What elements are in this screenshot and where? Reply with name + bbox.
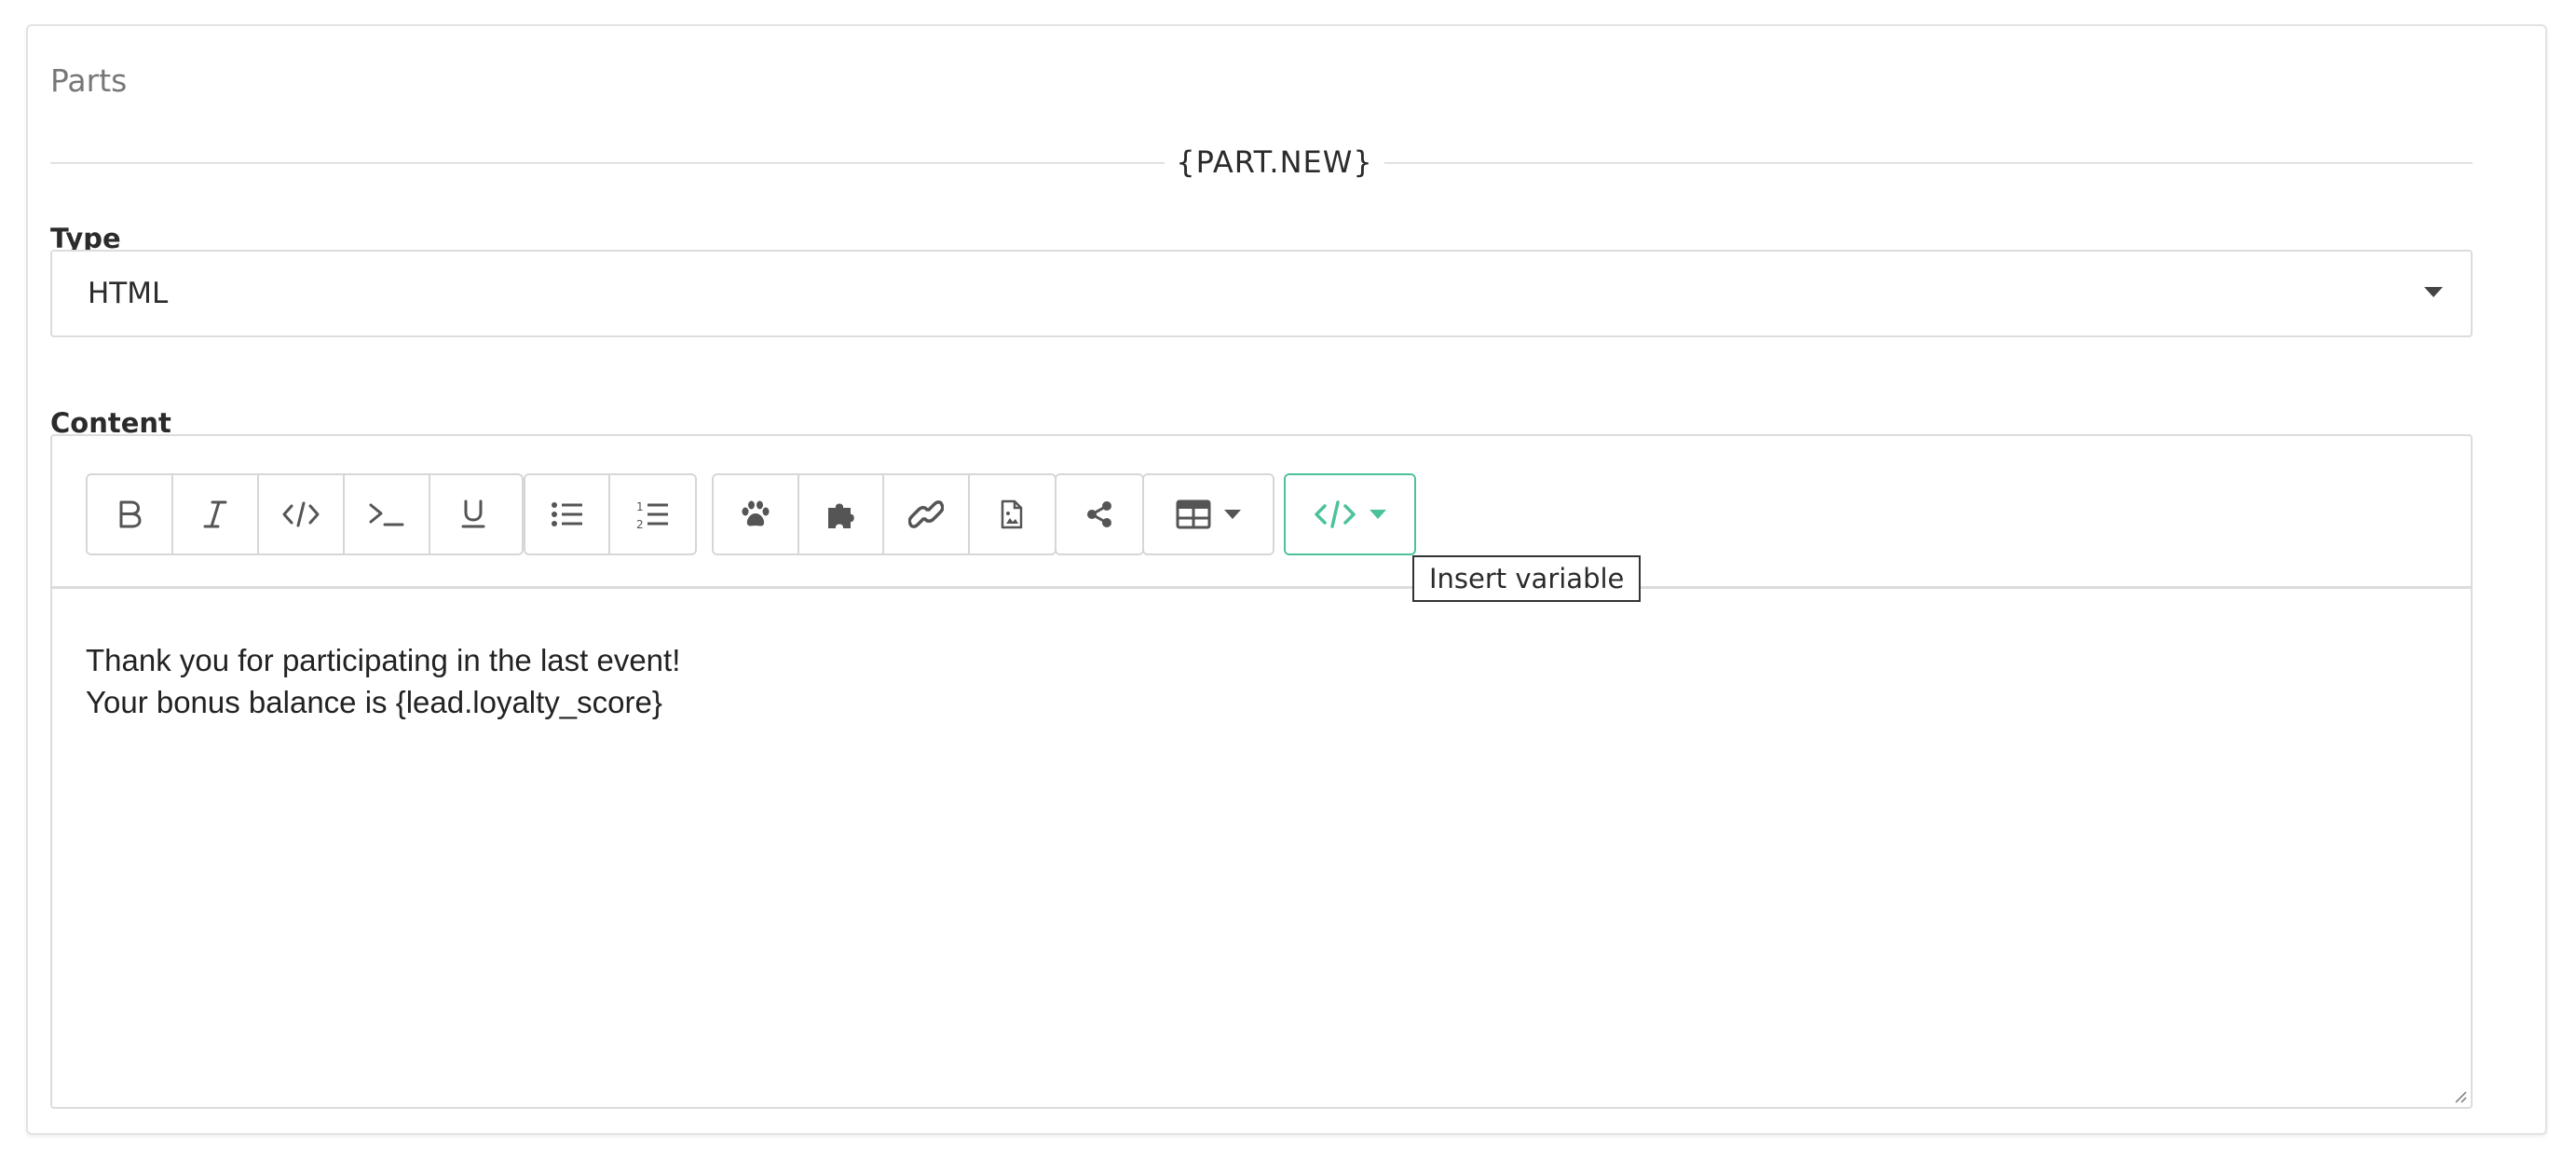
numbered-list-button[interactable]: 1 2 (610, 475, 695, 553)
format-group (86, 473, 524, 555)
chevron-down-icon (1224, 510, 1241, 519)
content-line: Thank you for participating in the last … (86, 643, 681, 677)
content-label: Content (50, 407, 171, 439)
svg-text:1: 1 (636, 500, 644, 513)
puzzle-button[interactable] (798, 475, 884, 553)
insert-variable-tooltip: Insert variable (1412, 555, 1642, 602)
editor-toolbar: 1 2 (52, 436, 2471, 589)
link-icon (907, 500, 944, 528)
chevron-down-icon (2424, 287, 2443, 297)
code-icon (282, 501, 320, 527)
underline-button[interactable] (430, 475, 516, 553)
divider-right (1384, 162, 2473, 164)
resize-handle-icon[interactable] (2452, 1088, 2467, 1103)
image-file-button[interactable] (969, 475, 1055, 553)
terminal-icon (369, 503, 404, 526)
divider-left (50, 162, 1165, 164)
content-line: Your bonus balance is {lead.loyalty_scor… (86, 685, 662, 719)
paw-icon (742, 500, 770, 526)
table-group (1142, 473, 1274, 555)
italic-icon (203, 500, 227, 528)
insert-group (712, 473, 1056, 555)
bulleted-list-button[interactable] (525, 475, 611, 553)
insert-variable-button[interactable] (1286, 475, 1414, 553)
type-label: Type (50, 223, 121, 254)
table-dropdown-button[interactable] (1144, 475, 1273, 553)
bold-button[interactable] (88, 475, 173, 553)
type-select-value: HTML (88, 277, 169, 310)
share-group (1055, 473, 1144, 555)
card-title: Parts (50, 62, 128, 99)
part-label: {PART.NEW} (1176, 144, 1373, 180)
image-file-icon (1001, 499, 1023, 529)
svg-text:2: 2 (636, 518, 644, 530)
content-editor[interactable]: 1 2 Thank you for participating in the l… (50, 434, 2473, 1109)
bold-icon (119, 500, 142, 528)
terminal-button[interactable] (345, 475, 430, 553)
variable-group (1284, 473, 1416, 555)
share-icon (1087, 501, 1111, 527)
paw-button[interactable] (714, 475, 799, 553)
list-group: 1 2 (524, 473, 697, 555)
numbered-list-icon: 1 2 (636, 500, 668, 530)
puzzle-icon (828, 503, 854, 528)
code-button[interactable] (259, 475, 345, 553)
share-button[interactable] (1056, 475, 1142, 553)
bulleted-list-icon (551, 502, 582, 526)
chevron-down-icon (1370, 510, 1386, 519)
link-button[interactable] (884, 475, 970, 553)
editor-content[interactable]: Thank you for participating in the last … (86, 639, 680, 723)
type-select[interactable]: HTML (50, 250, 2473, 337)
table-icon (1176, 499, 1211, 529)
italic-button[interactable] (173, 475, 259, 553)
code-variable-icon (1315, 500, 1356, 528)
underline-icon (461, 499, 485, 528)
